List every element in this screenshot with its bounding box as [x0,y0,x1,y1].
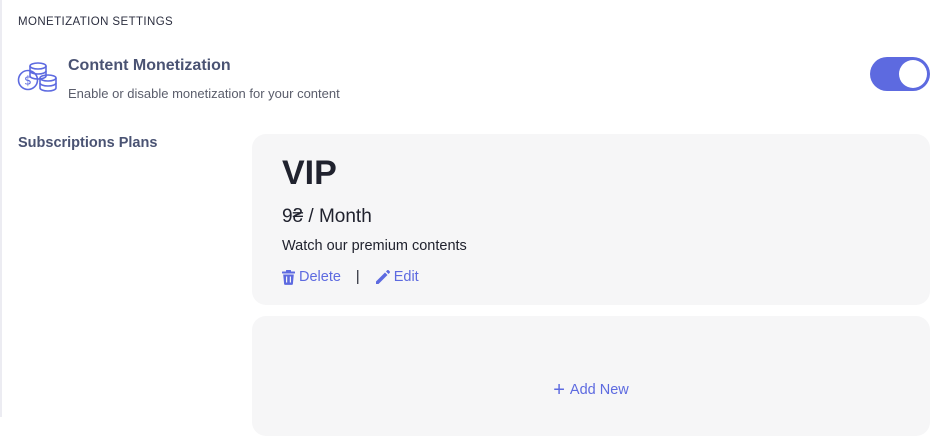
plan-description: Watch our premium contents [282,238,467,254]
add-plan-card: + Add New [252,316,930,436]
plan-price: 9₴ / Month [282,206,372,227]
section-title: MONETIZATION SETTINGS [18,16,174,28]
edit-label: Edit [393,269,419,285]
edit-button[interactable]: Edit [375,269,419,285]
add-new-button[interactable]: + Add New [252,380,930,400]
trash-icon [282,269,295,285]
coins-icon: $ [17,62,57,92]
plan-card: VIP 9₴ / Month Watch our premium content… [252,134,930,305]
subscriptions-label: Subscriptions Plans [18,135,158,151]
monetization-title: Content Monetization [68,57,231,74]
plus-icon: + [553,379,565,401]
pencil-icon [375,269,390,284]
plan-actions: Delete | Edit [282,269,419,285]
toggle-knob [899,60,927,88]
monetization-toggle[interactable] [870,57,930,91]
add-new-label: Add New [569,382,629,398]
plan-name: VIP [282,154,337,192]
monetization-subtitle: Enable or disable monetization for your … [68,86,340,101]
action-separator: | [355,269,360,285]
delete-label: Delete [299,269,341,285]
left-divider [0,0,2,417]
delete-button[interactable]: Delete [282,269,341,285]
